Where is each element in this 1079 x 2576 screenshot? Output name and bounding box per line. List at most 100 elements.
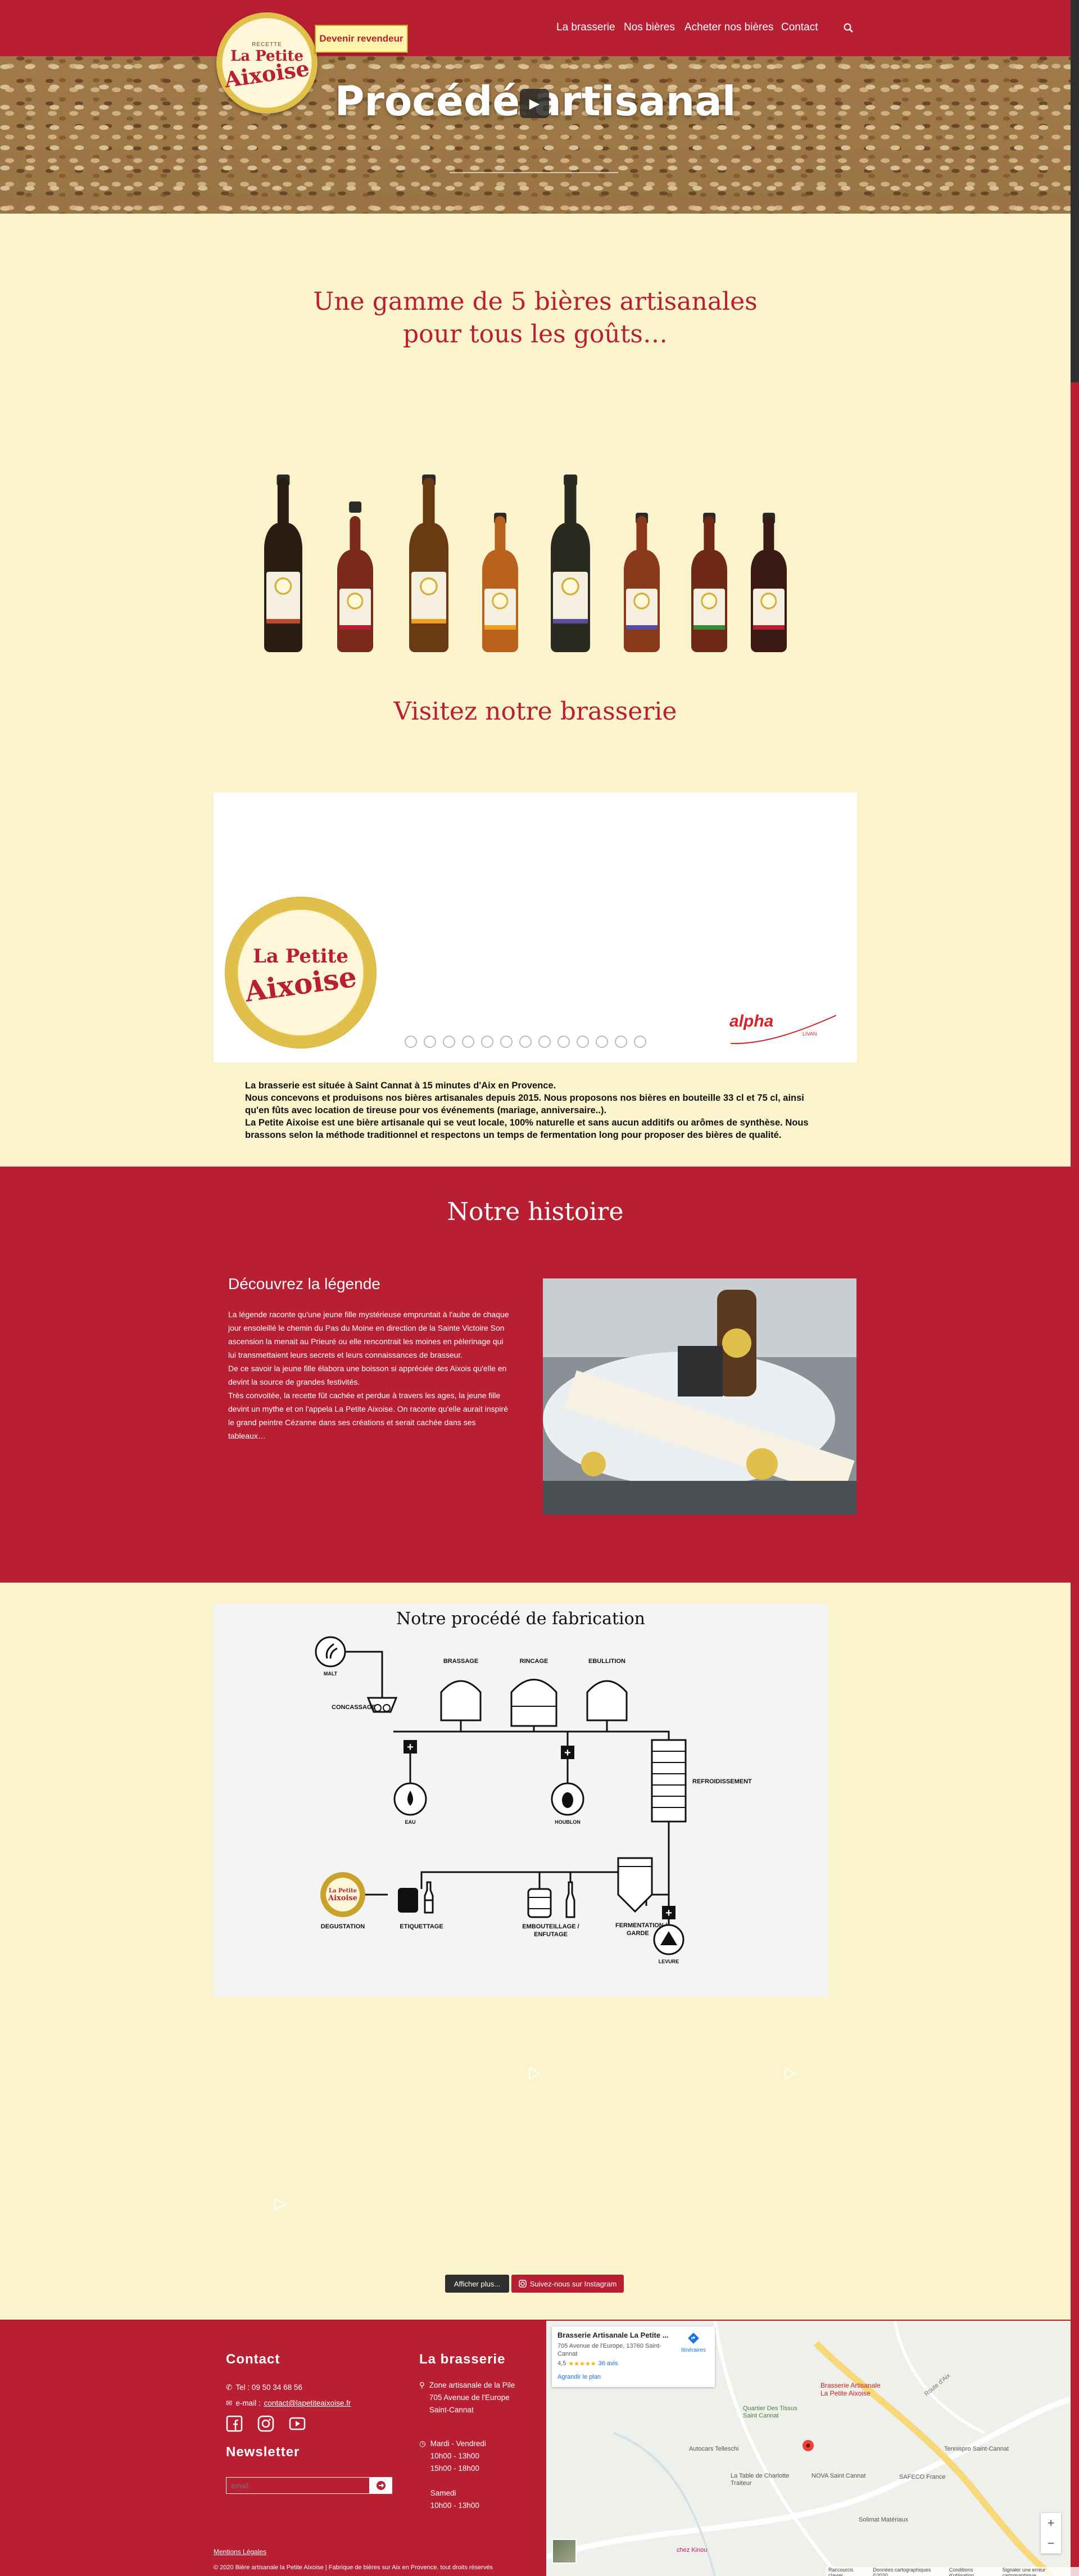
legend-title: Découvrez la légende — [228, 1275, 380, 1292]
map-enlarge-link[interactable]: Agrandir le plan — [557, 2374, 601, 2380]
address-line-2: 705 Avenue de l'Europe — [429, 2393, 510, 2402]
map-place-name: Brasserie Artisanale La Petite ... — [557, 2331, 669, 2339]
map-poi-3[interactable]: La Table de Charlotte Traiteur — [731, 2473, 792, 2487]
houblon-label: HOUBLON — [555, 1819, 581, 1825]
nav-la-brasserie[interactable]: La brasserie — [556, 21, 615, 34]
bottle-8 — [751, 513, 787, 652]
map-footer-bar: Raccourcis clavier Données cartographiqu… — [826, 2567, 1079, 2576]
kettle-icon — [586, 1680, 628, 1721]
ebullition-label: EBULLITION — [588, 1658, 625, 1665]
footer-brasserie-title: La brasserie — [419, 2352, 506, 2367]
bottling-photo-illustration — [543, 1278, 856, 1515]
footer-address: ⚲ Zone artisanale de la Pile 705 Avenue … — [419, 2379, 515, 2416]
nav-nos-bieres[interactable]: Nos bières — [624, 21, 675, 34]
logo-top-text: RECETTE — [252, 41, 282, 48]
footer-opening-hours: ◷ Mardi - Vendredi 10h00 - 13h00 15h00 -… — [419, 2438, 486, 2512]
svg-text:+: + — [665, 1907, 672, 1919]
keg-icon — [527, 1888, 552, 1918]
cooler-icon — [651, 1739, 687, 1823]
bottle-5 — [551, 474, 590, 652]
map-poi-2[interactable]: Autocars Telleschi — [689, 2446, 738, 2452]
page-scrollbar-track[interactable] — [1071, 0, 1079, 2576]
newsletter-submit-button[interactable] — [370, 2477, 392, 2494]
bottle-2 — [337, 501, 373, 652]
footer-contact-title: Contact — [226, 2352, 280, 2367]
instagram-load-more-button[interactable]: Afficher plus... — [445, 2275, 509, 2293]
sponsor-logo: alpha — [729, 1012, 774, 1031]
bottles-image — [264, 410, 804, 652]
map-poi-5[interactable]: SAFECO France — [899, 2474, 946, 2480]
instagram-video-2-play-icon[interactable] — [782, 2066, 797, 2081]
hero-video-play-button[interactable]: ▶ — [520, 89, 549, 118]
newsletter-form — [226, 2477, 392, 2494]
map-directions-button[interactable]: Itinéraires — [677, 2332, 710, 2353]
instagram-follow-button[interactable]: Suivez-nous sur Instagram — [511, 2275, 624, 2293]
eau-label: EAU — [405, 1819, 415, 1825]
rincage-label: RINCAGE — [520, 1658, 548, 1665]
etiquetage-label: ETIQUETTAGE — [400, 1923, 443, 1930]
map-poi-4[interactable]: NOVA Saint Cannat — [811, 2473, 865, 2479]
map-poi-8[interactable]: chez Kinou — [677, 2547, 707, 2554]
top-navigation-bar — [0, 0, 1071, 56]
map-rating: 4,5 ★★★★★ 36 avis — [557, 2360, 618, 2367]
malt-label: MALT — [324, 1671, 338, 1676]
hours-line-1: Mardi - Vendredi — [430, 2439, 486, 2448]
visit-text-3: La Petite Aixoise est une bière artisana… — [245, 1118, 809, 1140]
visit-title: Visitez notre brasserie — [393, 697, 677, 726]
footer-phone[interactable]: ✆ Tel : 09 50 34 68 56 — [226, 2381, 302, 2394]
legend-paragraph-3: Très convoitée, la recette fût cachée et… — [228, 1391, 508, 1440]
map-zoom-controls: + − — [1041, 2513, 1061, 2554]
instagram-video-1-play-icon[interactable] — [527, 2066, 541, 2081]
brand-logo[interactable]: RECETTE La Petite Aixoise — [216, 12, 318, 114]
page-scrollbar-thumb[interactable] — [1071, 0, 1079, 382]
legal-notice-link[interactable]: Mentions Légales — [214, 2546, 266, 2558]
hours-line-5: Samedi — [430, 2489, 456, 2497]
bottle-3 — [409, 474, 448, 652]
map-footer-shortcuts[interactable]: Raccourcis clavier — [828, 2567, 867, 2576]
bottle-1 — [264, 474, 302, 652]
youtube-icon[interactable] — [289, 2415, 306, 2432]
map-footer-terms[interactable]: Conditions d'utilisation — [949, 2567, 997, 2576]
footer-email: ✉ e-mail : contact@lapetiteaixoise.fr — [226, 2397, 351, 2410]
range-title: Une gamme de 5 bières artisanales pour t… — [0, 286, 1071, 351]
bottle-6 — [624, 513, 660, 652]
process-title: Notre procédé de fabrication — [396, 1609, 645, 1629]
hours-line-2: 10h00 - 13h00 — [430, 2452, 479, 2460]
map-poi-1[interactable]: Quartier Des Tissus Saint Cannat — [743, 2405, 805, 2420]
footer-email-link[interactable]: contact@lapetiteaixoise.fr — [264, 2397, 351, 2410]
nav-contact[interactable]: Contact — [781, 21, 818, 34]
newsletter-email-input[interactable] — [226, 2477, 370, 2494]
search-icon[interactable] — [843, 22, 854, 34]
visit-description: La brasserie est située à Saint Cannat à… — [245, 1079, 824, 1141]
brassage-label: BRASSAGE — [443, 1658, 478, 1665]
map-footer-report[interactable]: Signaler une erreur cartographique — [1003, 2567, 1077, 2576]
phone-icon: ✆ — [226, 2383, 233, 2392]
map-poi-7[interactable]: Solimat Matériaux — [859, 2516, 908, 2523]
map-satellite-toggle[interactable] — [552, 2539, 577, 2564]
play-icon: ▶ — [529, 96, 540, 111]
map-reviews-link[interactable]: 36 avis — [599, 2360, 618, 2367]
map-pin-icon: ⚲ — [419, 2381, 425, 2389]
svg-text:Aixoise: Aixoise — [328, 1894, 357, 1902]
map-poi-6[interactable]: Tennispro Saint-Cannat — [944, 2446, 1009, 2452]
arrow-right-icon — [377, 2481, 386, 2490]
facebook-icon[interactable] — [226, 2415, 243, 2432]
malt-icon — [315, 1636, 346, 1667]
map-marker-label[interactable]: Brasserie Artisanale La Petite Aixoise — [820, 2381, 888, 2397]
instagram-follow-label: Suivez-nous sur Instagram — [529, 2279, 617, 2288]
map-place-card: Brasserie Artisanale La Petite ... 705 A… — [552, 2326, 715, 2387]
lauter-tun-icon — [510, 1679, 557, 1727]
degustation-label: DEGUSTATION — [321, 1923, 365, 1930]
instagram-video-3-play-icon[interactable] — [272, 2197, 287, 2212]
instagram-footer-icon[interactable] — [257, 2415, 274, 2432]
become-reseller-button[interactable]: Devenir revendeur — [315, 25, 408, 53]
instagram-icon — [518, 2280, 527, 2288]
label-roll-icon — [398, 1888, 418, 1913]
star-icons: ★★★★★ — [568, 2361, 596, 2367]
mash-tun-icon — [440, 1680, 482, 1721]
nav-acheter-nos-bieres[interactable]: Acheter nos bières — [684, 21, 773, 34]
zoom-out-button[interactable]: − — [1041, 2533, 1061, 2554]
address-line-3: Saint-Cannat — [429, 2406, 474, 2414]
embouteillage-label-2: ENFUTAGE — [534, 1931, 568, 1938]
zoom-in-button[interactable]: + — [1041, 2513, 1061, 2533]
